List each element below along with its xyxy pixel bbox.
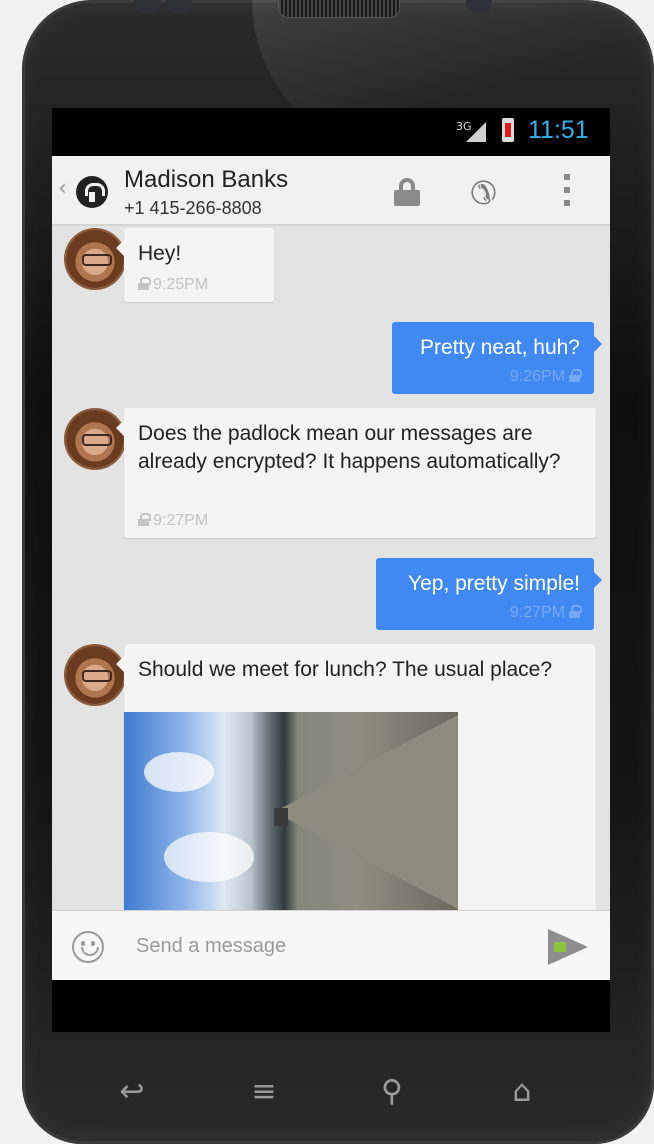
emoji-icon[interactable]	[72, 931, 104, 963]
avatar[interactable]	[66, 646, 124, 704]
overflow-menu-icon[interactable]	[564, 174, 572, 208]
message-incoming[interactable]: Does the padlock mean our messages are a…	[116, 408, 596, 538]
signal-bars-icon	[466, 122, 486, 142]
message-incoming[interactable]: Hey! 9:25PM	[116, 228, 274, 302]
avatar[interactable]	[66, 230, 124, 288]
signal-icon: 3G	[456, 120, 490, 142]
lock-icon	[569, 369, 582, 382]
battery-icon	[502, 118, 514, 142]
send-icon	[548, 929, 588, 965]
message-text: Should we meet for lunch? The usual plac…	[138, 658, 553, 681]
message-text: Does the padlock mean our messages are a…	[138, 422, 561, 473]
contact-number: +1 415-266-8808	[124, 198, 262, 218]
app-logo-icon[interactable]	[76, 176, 108, 208]
status-clock: 11:51	[528, 116, 589, 144]
conversation-screen: ‹ Madison Banks +1 415-266-8808 ✆ Hey! 9…	[52, 156, 610, 980]
message-text: Hey!	[138, 242, 182, 265]
action-bar: ‹ Madison Banks +1 415-266-8808 ✆	[52, 156, 610, 226]
home-icon: ⌂	[512, 1074, 532, 1109]
contact-name: Madison Banks	[124, 166, 289, 193]
lock-icon[interactable]	[394, 178, 420, 206]
phone-icon[interactable]: ✆	[470, 174, 497, 212]
message-time: 9:26PM	[509, 368, 565, 385]
menu-button[interactable]: ≡	[234, 1068, 294, 1116]
lock-icon	[569, 605, 582, 618]
message-meta: 9:27PM	[509, 604, 582, 622]
system-bar	[52, 980, 610, 1032]
sensor-dot	[166, 0, 192, 14]
back-button[interactable]: ↩	[102, 1068, 162, 1116]
message-input[interactable]	[136, 927, 516, 965]
menu-icon: ≡	[251, 1074, 277, 1109]
back-icon: ↩	[119, 1074, 145, 1109]
hardware-keys: ↩ ≡ ⚲ ⌂	[52, 1040, 610, 1140]
message-outgoing[interactable]: Pretty neat, huh? 9:26PM	[392, 322, 602, 394]
message-text: Pretty neat, huh?	[420, 336, 580, 359]
photo-attachment[interactable]	[124, 712, 458, 910]
search-button[interactable]: ⚲	[362, 1068, 422, 1116]
message-text: Yep, pretty simple!	[408, 572, 580, 595]
message-meta: 9:26PM	[509, 368, 582, 386]
message-time: 9:27PM	[509, 604, 565, 621]
message-meta: 9:27PM	[138, 512, 208, 530]
send-button[interactable]	[544, 927, 592, 967]
message-incoming[interactable]: Should we meet for lunch? The usual plac…	[116, 644, 596, 914]
home-button[interactable]: ⌂	[492, 1068, 552, 1116]
compose-bar	[52, 910, 610, 980]
earpiece-speaker	[278, 0, 400, 18]
lock-icon	[138, 277, 151, 290]
sensor-dot	[134, 0, 160, 14]
status-bar: 3G 11:51	[52, 108, 610, 156]
message-meta: 9:25PM	[138, 276, 208, 294]
lock-icon	[138, 513, 151, 526]
avatar[interactable]	[66, 410, 124, 468]
message-outgoing[interactable]: Yep, pretty simple! 9:27PM	[376, 558, 602, 630]
back-chevron-icon[interactable]: ‹	[58, 176, 67, 201]
search-icon: ⚲	[381, 1074, 403, 1109]
message-time: 9:25PM	[153, 276, 209, 293]
message-time: 9:27PM	[153, 512, 209, 529]
